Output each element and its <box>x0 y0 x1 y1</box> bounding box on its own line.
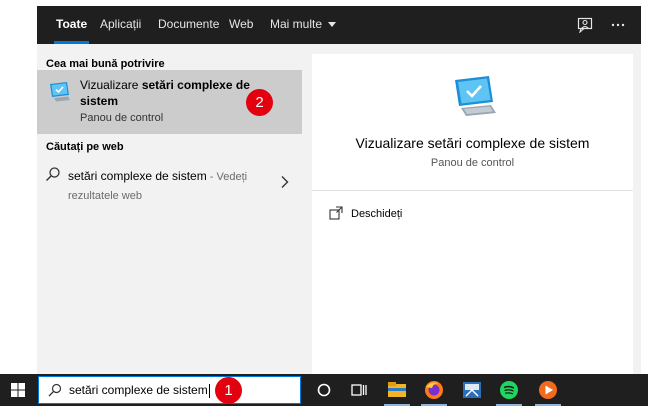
step-badge-1: 1 <box>215 377 242 404</box>
best-match-subtitle: Panou de control <box>80 112 164 124</box>
tab-apps[interactable]: Aplicații <box>100 6 141 44</box>
search-input-value: setări complexe de sistem <box>69 383 210 398</box>
windows-icon <box>11 383 25 397</box>
ellipsis-icon <box>611 23 625 27</box>
spotify-icon[interactable] <box>498 379 520 401</box>
chevron-down-icon <box>328 22 337 28</box>
search-filter-bar: Toate Aplicații Documente Web Mai multe <box>37 6 641 44</box>
results-list: Cea mai bună potrivire Vizualizare setăr… <box>37 44 302 374</box>
file-explorer-icon[interactable] <box>386 379 408 401</box>
taskbar-search-input[interactable]: setări complexe de sistem <box>38 376 301 404</box>
tab-all[interactable]: Toate <box>53 6 90 44</box>
task-view-icon[interactable] <box>348 379 370 401</box>
feedback-icon[interactable] <box>577 17 593 33</box>
web-result-query: setări complexe de sistem <box>68 169 207 183</box>
web-result-text: setări complexe de sistem - Vedeți rezul… <box>68 167 273 205</box>
preview-subtitle: Panou de control <box>430 157 515 169</box>
more-options-icon[interactable] <box>609 16 627 34</box>
search-query-text: setări complexe de sistem <box>69 383 208 397</box>
best-match-heading: Cea mai bună potrivire <box>46 58 165 70</box>
tab-more[interactable]: Mai multe <box>270 6 337 44</box>
chevron-right-icon[interactable] <box>280 175 290 189</box>
best-match-title-bold-1: setări complexe de <box>141 78 250 92</box>
open-label: Deschideți <box>351 208 403 220</box>
preview-pane: Vizualizare setări complexe de sistem Pa… <box>312 54 633 374</box>
preview-title: Vizualizare setări complexe de sistem <box>355 135 590 151</box>
search-icon <box>48 383 62 397</box>
firefox-icon[interactable] <box>423 379 445 401</box>
divider <box>312 190 633 191</box>
snip-sketch-icon[interactable] <box>461 379 483 401</box>
taskbar: setări complexe de sistem <box>0 374 648 406</box>
media-player-icon[interactable] <box>537 379 559 401</box>
web-result-item[interactable]: setări complexe de sistem - Vedeți rezul… <box>37 161 302 205</box>
monitor-check-icon <box>455 76 496 116</box>
monitor-check-icon <box>50 82 70 102</box>
open-icon <box>329 206 343 220</box>
search-panel: Toate Aplicații Documente Web Mai multe … <box>37 6 641 374</box>
tab-documents[interactable]: Documente <box>158 6 219 44</box>
best-match-title-bold-2: sistem <box>80 94 119 108</box>
best-match-item[interactable]: Vizualizare setări complexe de sistem Pa… <box>37 70 302 134</box>
search-icon <box>46 167 60 181</box>
start-button[interactable] <box>0 374 37 406</box>
cortana-icon[interactable] <box>313 379 335 401</box>
text-cursor <box>208 383 210 398</box>
best-match-title-plain: Vizualizare <box>80 78 142 92</box>
tab-more-label: Mai multe <box>270 17 323 31</box>
step-badge-2: 2 <box>246 89 273 116</box>
web-search-heading: Căutați pe web <box>46 141 124 153</box>
tab-web[interactable]: Web <box>229 6 253 44</box>
